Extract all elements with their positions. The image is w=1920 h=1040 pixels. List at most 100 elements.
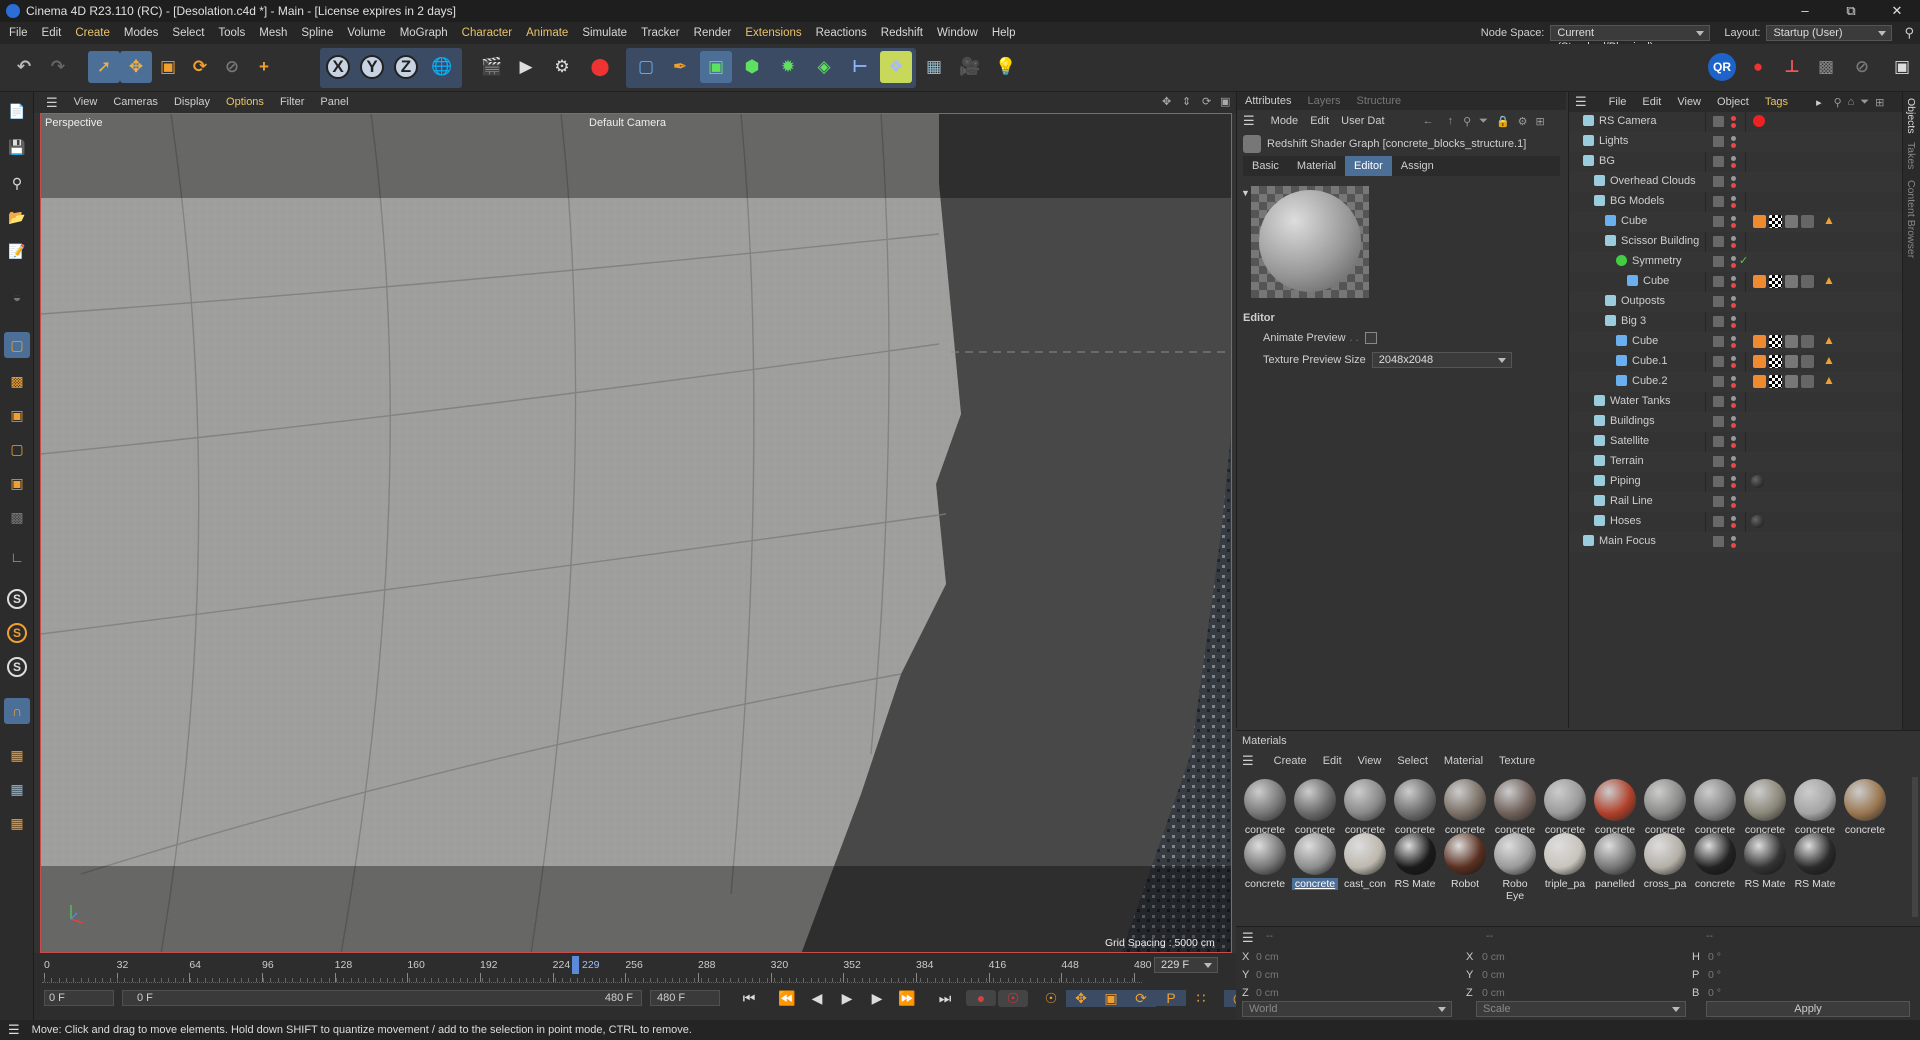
menu-mograph[interactable]: MoGraph: [393, 22, 455, 44]
material-swatch[interactable]: concrete: [1692, 833, 1738, 890]
redshift-rv-icon[interactable]: ⬤: [584, 51, 616, 83]
editor-visibility-dot[interactable]: [1731, 216, 1736, 221]
tab-attributes[interactable]: Attributes: [1237, 92, 1299, 110]
material-swatch[interactable]: concrete: [1492, 779, 1538, 836]
material-swatch[interactable]: cast_con: [1342, 833, 1388, 890]
menu-tools[interactable]: Tools: [211, 22, 252, 44]
save-icon[interactable]: 💾: [4, 134, 30, 160]
objects-menu-tags[interactable]: Tags: [1757, 96, 1796, 108]
menu-mesh[interactable]: Mesh: [252, 22, 294, 44]
rotation-field[interactable]: 0 °: [1708, 969, 1721, 981]
go-to-start-icon[interactable]: ⏮: [734, 990, 764, 1007]
attributes-menu-user-dat[interactable]: User Dat: [1335, 115, 1390, 127]
visibility-toggle[interactable]: [1713, 176, 1724, 187]
material-swatch[interactable]: concrete: [1392, 779, 1438, 836]
make-editable-icon[interactable]: ◒: [4, 284, 30, 310]
play-icon[interactable]: ▶: [832, 990, 862, 1007]
rotation-field[interactable]: 0 °: [1708, 951, 1721, 963]
subdivision-icon[interactable]: ▣: [700, 51, 732, 83]
apply-button[interactable]: Apply: [1706, 1001, 1910, 1017]
menu-reactions[interactable]: Reactions: [809, 22, 874, 44]
restore-icon[interactable]: ⧉: [1828, 0, 1874, 22]
menu-modes[interactable]: Modes: [117, 22, 166, 44]
object-row[interactable]: Buildings: [1569, 412, 1903, 432]
live-selection-icon[interactable]: ➚: [88, 51, 120, 83]
visibility-toggle[interactable]: [1713, 476, 1724, 487]
editor-visibility-dot[interactable]: [1731, 396, 1736, 401]
visibility-toggle[interactable]: [1713, 436, 1724, 447]
objects-hamburger-icon[interactable]: ☰: [1575, 94, 1601, 110]
visibility-toggle[interactable]: [1713, 236, 1724, 247]
render-settings-icon[interactable]: ⚙: [546, 51, 578, 83]
cloner-icon[interactable]: ✹: [772, 51, 804, 83]
menu-file[interactable]: File: [2, 22, 35, 44]
object-row[interactable]: Cube ▲: [1569, 332, 1903, 352]
material-swatch[interactable]: Robot: [1442, 833, 1488, 890]
objects-menu-edit[interactable]: Edit: [1634, 96, 1669, 108]
autokey-icon[interactable]: ☉: [998, 989, 1028, 1007]
back-arrow-icon[interactable]: ←: [1423, 115, 1434, 127]
render-visibility-dot[interactable]: [1731, 143, 1736, 148]
menu-render[interactable]: Render: [687, 22, 739, 44]
position-field[interactable]: 0 cm: [1256, 969, 1279, 981]
warning-tag-icon[interactable]: ▲: [1823, 213, 1835, 227]
materials-menu-view[interactable]: View: [1350, 755, 1390, 767]
coordinate-system-icon[interactable]: 🌐: [426, 51, 458, 83]
tab-layers[interactable]: Layers: [1299, 92, 1348, 110]
workplane-icon[interactable]: ▩: [1810, 51, 1842, 83]
material-tag-icon[interactable]: [1769, 355, 1782, 368]
menu-volume[interactable]: Volume: [340, 22, 392, 44]
cube-icon[interactable]: ▢: [630, 51, 662, 83]
qr-plugin-icon[interactable]: QR: [1706, 51, 1738, 83]
materials-menu-select[interactable]: Select: [1389, 755, 1436, 767]
objects-menu-object[interactable]: Object: [1709, 96, 1757, 108]
visibility-toggle[interactable]: [1713, 156, 1724, 167]
material-swatch[interactable]: RS Mate: [1792, 833, 1838, 890]
material-tag-icon[interactable]: [1785, 215, 1798, 228]
editor-visibility-dot[interactable]: [1731, 256, 1736, 261]
materials-menu-create[interactable]: Create: [1266, 755, 1315, 767]
object-row[interactable]: Cube.1 ▲: [1569, 352, 1903, 372]
redshift-icon[interactable]: ●: [1742, 51, 1774, 83]
material-swatch[interactable]: cross_pa: [1642, 833, 1688, 890]
object-row[interactable]: Piping: [1569, 472, 1903, 492]
tab-structure[interactable]: Structure: [1349, 92, 1410, 110]
render-visibility-dot[interactable]: [1731, 363, 1736, 368]
objects-menu-file[interactable]: File: [1601, 96, 1635, 108]
start-frame-field[interactable]: 0 F: [44, 990, 114, 1006]
warning-tag-icon[interactable]: ▲: [1823, 353, 1835, 367]
object-row[interactable]: Satellite: [1569, 432, 1903, 452]
objects-side-tab[interactable]: Objects: [1905, 98, 1917, 134]
extrude-icon[interactable]: ⬢: [736, 51, 768, 83]
object-row[interactable]: Symmetry ✓: [1569, 252, 1903, 272]
material-swatch[interactable]: concrete: [1242, 779, 1288, 836]
material-tag-icon[interactable]: [1769, 375, 1782, 388]
key-position-icon[interactable]: ✥: [1066, 989, 1096, 1007]
x-axis-icon[interactable]: X: [322, 51, 354, 83]
material-tag-icon[interactable]: [1785, 355, 1798, 368]
render-visibility-dot[interactable]: [1731, 463, 1736, 468]
model-mode-icon[interactable]: ▢: [4, 332, 30, 358]
object-row[interactable]: Terrain: [1569, 452, 1903, 472]
material-tag-icon[interactable]: [1753, 335, 1766, 348]
next-key-icon[interactable]: ⏩: [892, 990, 922, 1007]
warning-tag-icon[interactable]: ▲: [1823, 333, 1835, 347]
editor-visibility-dot[interactable]: [1731, 416, 1736, 421]
material-swatch[interactable]: concrete: [1342, 779, 1388, 836]
camera-icon[interactable]: 🎥: [954, 51, 986, 83]
previous-frame-icon[interactable]: ◀: [802, 990, 832, 1007]
content-browser-side-tab[interactable]: Content Browser: [1905, 180, 1917, 258]
render-picture-viewer-icon[interactable]: ▶: [510, 51, 542, 83]
render-visibility-dot[interactable]: [1731, 483, 1736, 488]
visibility-toggle[interactable]: [1713, 516, 1724, 527]
warning-tag-icon[interactable]: ▲: [1823, 273, 1835, 287]
material-tag-icon[interactable]: [1785, 375, 1798, 388]
material-swatch[interactable]: concrete: [1292, 779, 1338, 836]
objects-new-icon[interactable]: ⊞: [1875, 96, 1884, 109]
warning-tag-icon[interactable]: ▲: [1823, 373, 1835, 387]
scale-icon[interactable]: ▣: [152, 51, 184, 83]
axis-tool-icon[interactable]: +: [248, 51, 280, 83]
edges-mode-icon[interactable]: ▢: [4, 436, 30, 462]
objects-menu-view[interactable]: View: [1669, 96, 1709, 108]
editor-visibility-dot[interactable]: [1731, 236, 1736, 241]
